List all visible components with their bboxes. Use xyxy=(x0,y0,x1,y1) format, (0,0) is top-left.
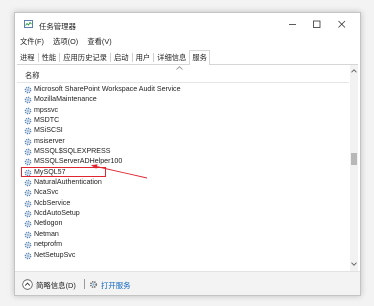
service-row[interactable]: MSSQL$SQLEXPRESS xyxy=(17,146,349,156)
service-gear-icon xyxy=(24,117,32,125)
tab-users[interactable]: 用户 xyxy=(133,50,154,63)
title-bar[interactable]: 任务管理器 xyxy=(15,13,360,36)
column-name-label: 名称 xyxy=(25,71,40,80)
service-row[interactable]: MySQL57 xyxy=(17,167,349,178)
service-gear-icon xyxy=(24,96,32,104)
service-name: NcdAutoSetup xyxy=(34,209,80,218)
service-row[interactable]: Netman xyxy=(17,229,349,239)
service-gear-icon xyxy=(24,221,32,228)
service-name: Microsoft SharePoint Workspace Audit Ser… xyxy=(34,85,181,93)
tab-processes[interactable]: 进程 xyxy=(17,50,38,63)
service-name: MozillaMaintenance xyxy=(34,95,97,104)
service-row[interactable]: msiserver xyxy=(17,136,349,146)
service-name: MSSQL$SQLEXPRESS xyxy=(34,147,111,156)
task-manager-app-icon xyxy=(24,20,33,28)
service-row[interactable]: MSSQLServerADHelper100 xyxy=(17,156,349,166)
service-name: MSSQLServerADHelper100 xyxy=(34,157,123,166)
service-name: NcaSvc xyxy=(34,188,59,197)
chevron-up-circle-icon xyxy=(22,279,33,290)
service-gear-icon xyxy=(24,252,32,259)
service-gear-icon xyxy=(24,179,32,187)
scroll-up-icon[interactable] xyxy=(351,69,357,73)
service-row[interactable]: NaturalAuthentication xyxy=(17,177,349,187)
menu-options[interactable]: 选项(O) xyxy=(50,36,81,48)
sort-ascending-icon xyxy=(176,66,183,70)
service-name: MSDTC xyxy=(34,116,60,125)
service-gear-icon xyxy=(24,241,32,249)
service-row[interactable]: netprofm xyxy=(17,239,349,249)
tab-performance[interactable]: 性能 xyxy=(39,50,60,63)
tab-startup[interactable]: 启动 xyxy=(111,50,132,63)
service-row[interactable]: MSDTC xyxy=(17,115,349,125)
service-name: MySQL57 xyxy=(34,167,66,176)
service-row[interactable]: NetSetupSvc xyxy=(17,250,349,260)
service-gear-icon xyxy=(24,107,32,115)
service-row[interactable]: NcdAutoSetup xyxy=(17,208,349,218)
service-name: Netlogon xyxy=(34,219,63,228)
service-row[interactable]: Microsoft SharePoint Workspace Audit Ser… xyxy=(17,84,349,94)
tab-services[interactable]: 服务 xyxy=(189,50,210,65)
window-title: 任务管理器 xyxy=(39,22,76,31)
service-row[interactable]: MSiSCSI xyxy=(17,125,349,135)
service-gear-icon xyxy=(24,148,32,156)
service-name: Netman xyxy=(34,229,59,238)
service-row[interactable]: NcaSvc xyxy=(17,187,349,197)
footer-bar: 简略信息(D) 打开服务 xyxy=(15,271,360,295)
service-name: NcbService xyxy=(34,198,71,207)
service-gear-icon xyxy=(24,169,32,177)
footer-divider xyxy=(84,279,85,289)
tab-app-history[interactable]: 应用历史记录 xyxy=(60,50,110,63)
column-header-name[interactable]: 名称 xyxy=(17,65,349,83)
service-name: netprofm xyxy=(34,240,62,249)
service-gear-icon xyxy=(24,200,32,208)
menu-view[interactable]: 查看(V) xyxy=(84,36,114,48)
close-icon[interactable] xyxy=(333,18,351,31)
task-manager-window: 任务管理器 文件(F) 选项(O) 查看(V) 进程 性能 应用历史记录 启动 用户 详细… xyxy=(14,12,361,296)
service-name: msiserver xyxy=(34,136,65,145)
services-panel: 名称 Microsoft SharePoint Workspace Audit … xyxy=(17,65,358,271)
service-list: Microsoft SharePoint Workspace Audit Ser… xyxy=(17,84,349,271)
service-name: NaturalAuthentication xyxy=(34,178,102,187)
open-services-label: 打开服务 xyxy=(101,281,131,290)
service-name: MSiSCSI xyxy=(34,126,63,135)
service-gear-icon xyxy=(24,86,32,94)
service-row[interactable]: Netlogon xyxy=(17,218,349,228)
vertical-scrollbar[interactable] xyxy=(350,65,358,271)
service-gear-icon xyxy=(24,190,32,197)
service-gear-icon xyxy=(24,159,32,166)
scroll-down-icon[interactable] xyxy=(351,262,357,266)
fewer-details-label: 简略信息(D) xyxy=(36,281,76,290)
service-name: NetSetupSvc xyxy=(34,250,76,259)
tab-details[interactable]: 详细信息 xyxy=(154,50,189,63)
service-gear-icon xyxy=(24,210,32,218)
service-gear-icon xyxy=(24,231,32,239)
minimize-icon[interactable] xyxy=(284,18,302,31)
menu-file[interactable]: 文件(F) xyxy=(17,36,47,48)
menu-bar: 文件(F) 选项(O) 查看(V) xyxy=(17,36,116,48)
service-gear-icon xyxy=(24,128,32,135)
scrollbar-thumb[interactable] xyxy=(351,153,357,165)
service-name: mpssvc xyxy=(34,105,59,114)
tab-bar: 进程 性能 应用历史记录 启动 用户 详细信息 服务 xyxy=(17,48,358,65)
service-row[interactable]: NcbService xyxy=(17,198,349,208)
service-gear-icon xyxy=(24,138,32,146)
services-gear-icon xyxy=(89,280,98,289)
service-row[interactable]: mpssvc xyxy=(17,105,349,115)
maximize-icon[interactable] xyxy=(308,18,326,31)
service-row[interactable]: MozillaMaintenance xyxy=(17,94,349,104)
